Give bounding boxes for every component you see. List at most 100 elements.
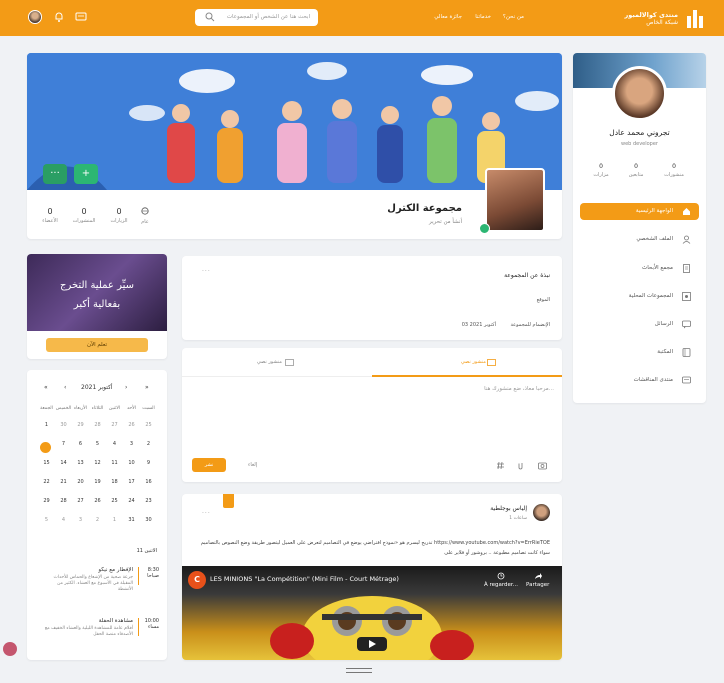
- calendar-day[interactable]: 22: [38, 479, 55, 485]
- calendar-day[interactable]: 9: [140, 460, 157, 466]
- tab-text-post[interactable]: منشور نصي: [461, 359, 486, 365]
- logo-icon[interactable]: [684, 8, 706, 30]
- calendar-day[interactable]: 7: [55, 441, 72, 447]
- calendar-day[interactable]: 10: [123, 460, 140, 466]
- calendar-weekday: الثلاثاء: [91, 406, 104, 411]
- calendar-day[interactable]: 11: [106, 460, 123, 466]
- calendar-day[interactable]: 16: [140, 479, 157, 485]
- drag-handle[interactable]: [346, 668, 372, 673]
- nav-services[interactable]: خدماتنا: [475, 14, 491, 20]
- calendar-next[interactable]: ›: [125, 384, 127, 391]
- calendar-next-year[interactable]: »: [145, 384, 149, 391]
- calendar-day[interactable]: 29: [72, 422, 89, 428]
- calendar-day[interactable]: 4: [106, 441, 123, 447]
- calendar-day[interactable]: 19: [89, 479, 106, 485]
- post-time: 1 ساعات: [509, 516, 527, 521]
- calendar-day[interactable]: 14: [55, 460, 72, 466]
- cancel-button[interactable]: إلغاء: [248, 462, 257, 468]
- calendar-day[interactable]: 31: [123, 517, 140, 523]
- sidebar-item-label: منتدى المناقشات: [633, 377, 673, 383]
- post-body: تدريج ليسرم هو «نموذج افتراضي يوضع في ال…: [195, 538, 550, 558]
- calendar-day[interactable]: 4: [55, 517, 72, 523]
- calendar-day[interactable]: 28: [55, 498, 72, 504]
- calendar-day[interactable]: 2: [140, 441, 157, 447]
- hashtag-icon[interactable]: [496, 461, 505, 470]
- calendar-weekday: الأربعاء: [74, 406, 87, 411]
- stat-posts-label: المنشورات: [72, 218, 96, 224]
- calendar-day[interactable]: 3: [72, 517, 89, 523]
- calendar-prev-year[interactable]: «: [44, 384, 48, 391]
- calendar-day[interactable]: 29: [38, 498, 55, 504]
- more-button[interactable]: ···: [43, 164, 67, 184]
- play-button[interactable]: [357, 637, 387, 651]
- video-embed[interactable]: C LES MINIONS "La Compétition" (Mini Fil…: [182, 566, 562, 660]
- messages-icon[interactable]: [75, 11, 87, 23]
- calendar-prev[interactable]: ‹: [64, 384, 66, 391]
- calendar-day[interactable]: 1: [38, 422, 55, 428]
- nav-about[interactable]: من نحن؟: [503, 14, 524, 20]
- post-more-button[interactable]: ···: [202, 510, 211, 517]
- group-avatar[interactable]: [485, 168, 545, 232]
- profile-name[interactable]: تجروني محمد عادل: [573, 128, 706, 137]
- calendar-day[interactable]: 5: [89, 441, 106, 447]
- publish-button[interactable]: نشر: [192, 458, 226, 472]
- calendar-day[interactable]: 15: [38, 460, 55, 466]
- search-input[interactable]: ابحث هنا عن الشخص أو المجموعات: [195, 9, 318, 26]
- calendar-day[interactable]: 25: [140, 422, 157, 428]
- brand[interactable]: منتدى كوالالمبور شبكة الخاص: [625, 11, 679, 27]
- calendar-day[interactable]: 18: [106, 479, 123, 485]
- calendar-day[interactable]: 27: [72, 498, 89, 504]
- event-title: الإفطار مع نيكو: [98, 567, 133, 573]
- calendar-day[interactable]: 2: [89, 517, 106, 523]
- calendar-day[interactable]: 26: [89, 498, 106, 504]
- floating-action-icon[interactable]: [3, 642, 17, 656]
- calendar-day[interactable]: 24: [123, 498, 140, 504]
- event-desc: أفلام عامة للمشاهدة الليلية والعشاء الخف…: [44, 626, 133, 637]
- attachment-icon[interactable]: [516, 461, 525, 470]
- calendar-day[interactable]: 3: [123, 441, 140, 447]
- sidebar-item-forum[interactable]: منتدى المناقشات: [580, 372, 699, 389]
- calendar-day[interactable]: 26: [123, 422, 140, 428]
- calendar-day[interactable]: 13: [72, 460, 89, 466]
- post-textarea[interactable]: مرحبا معاذ، ضع منشورك هنا...: [484, 386, 554, 392]
- sidebar-item-research[interactable]: مجمع الأبحاث: [580, 260, 699, 277]
- top-bar: منتدى كوالالمبور شبكة الخاص من نحن؟ خدما…: [0, 0, 724, 36]
- profile-avatar[interactable]: [612, 66, 667, 121]
- calendar-day[interactable]: 20: [72, 479, 89, 485]
- post-author-avatar[interactable]: [533, 504, 550, 521]
- sidebar-item-groups[interactable]: المجموعات المحلية: [580, 288, 699, 305]
- profile-role: web developer: [621, 141, 658, 147]
- sidebar-item-messages[interactable]: الرسائل: [580, 316, 699, 333]
- calendar-day[interactable]: 27: [106, 422, 123, 428]
- bookmark-icon[interactable]: [223, 494, 234, 508]
- add-button[interactable]: +: [74, 164, 98, 184]
- tab-media-post[interactable]: منشور نصي: [257, 359, 282, 365]
- about-more-button[interactable]: ···: [202, 268, 211, 275]
- post-author-name[interactable]: إلياس بوجلطية: [490, 505, 527, 512]
- calendar-weekday: الخميس: [55, 406, 72, 411]
- calendar-day[interactable]: 5: [38, 517, 55, 523]
- camera-icon[interactable]: [538, 461, 547, 470]
- notifications-icon[interactable]: [53, 11, 65, 23]
- calendar-day[interactable]: 17: [123, 479, 140, 485]
- calendar-day[interactable]: 1: [106, 517, 123, 523]
- calendar-day[interactable]: 12: [89, 460, 106, 466]
- nav-award[interactable]: جائزة معالي: [434, 14, 462, 20]
- calendar-day[interactable]: 23: [140, 498, 157, 504]
- profile-stat-visits-label: مزارات: [593, 172, 609, 178]
- learn-now-button[interactable]: تعلم الآن: [46, 338, 148, 352]
- user-avatar[interactable]: [28, 10, 42, 24]
- sidebar-item-profile[interactable]: الملف الشخصي: [580, 231, 699, 248]
- calendar-day[interactable]: 6: [72, 441, 89, 447]
- calendar-day[interactable]: 21: [55, 479, 72, 485]
- sidebar-item-home[interactable]: الواجهة الرئيسية: [580, 203, 699, 220]
- brand-subtitle: شبكة الخاص: [646, 19, 678, 26]
- sidebar-item-library[interactable]: المكتبة: [580, 344, 699, 361]
- profile-stat-posts-label: منشورات: [664, 172, 684, 178]
- search-icon: [205, 12, 215, 22]
- calendar-day[interactable]: 30: [140, 517, 157, 523]
- calendar-day[interactable]: 28: [89, 422, 106, 428]
- calendar-day[interactable]: 30: [55, 422, 72, 428]
- post-composer: منشور نصي منشور نصي مرحبا معاذ، ضع منشور…: [182, 348, 562, 482]
- calendar-day[interactable]: 25: [106, 498, 123, 504]
